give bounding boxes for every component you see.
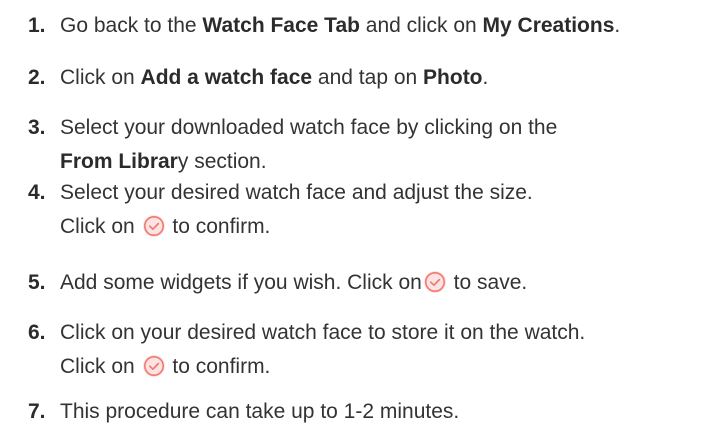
step-line: Select your downloaded watch face by cli… <box>60 116 558 139</box>
step-text: Select your downloaded watch face by cli… <box>60 113 557 176</box>
my-creations-label: My Creations <box>482 14 615 37</box>
check-circle-icon <box>423 271 446 293</box>
step-line: Click on to confirm. <box>60 212 533 241</box>
text-segment: to save. <box>447 271 528 294</box>
text-segment: Click on <box>60 66 141 89</box>
step-number: 7. <box>28 400 46 423</box>
step-number: 3. <box>28 116 46 139</box>
step-line: Click on your desired watch face to stor… <box>60 321 586 344</box>
step-line: From Library section. <box>60 147 557 176</box>
step-text: Go back to the Watch Face Tab and click … <box>60 11 620 40</box>
step-line: Go back to the Watch Face Tab and click … <box>60 11 620 40</box>
text-segment: y section. <box>177 150 267 173</box>
step-line: Add some widgets if you wish. Click on t… <box>60 268 527 297</box>
step-line: This procedure can take up to 1-2 minute… <box>60 400 460 423</box>
step-line: Click on to confirm. <box>60 352 585 381</box>
photo-label: Photo <box>423 66 483 89</box>
text-segment: Click on <box>60 355 141 378</box>
text-segment: and click on <box>359 14 483 37</box>
step-number: 4. <box>28 181 46 204</box>
text-segment: to confirm. <box>166 355 271 378</box>
step-text: Select your desired watch face and adjus… <box>60 178 533 241</box>
check-circle-icon <box>142 355 165 377</box>
text-segment: . <box>482 66 489 89</box>
text-segment: . <box>614 14 621 37</box>
step-number: 1. <box>28 14 46 37</box>
text-segment: and tap on <box>312 66 424 89</box>
text-segment: Add some widgets if you wish. Click on <box>60 271 422 294</box>
instruction-steps: 1. Go back to the Watch Face Tab and cli… <box>0 0 714 428</box>
watch-face-tab-label: Watch Face Tab <box>202 14 360 37</box>
text-segment: Go back to the <box>60 14 203 37</box>
step-number: 2. <box>28 66 46 89</box>
step-line: Click on Add a watch face and tap on Pho… <box>60 63 488 92</box>
step-text: Click on Add a watch face and tap on Pho… <box>60 63 488 92</box>
add-watch-face-label: Add a watch face <box>140 66 313 89</box>
step-line: Select your desired watch face and adjus… <box>60 181 533 204</box>
text-segment: to confirm. <box>166 215 271 238</box>
step-text: Click on your desired watch face to stor… <box>60 318 585 381</box>
check-circle-icon <box>142 215 165 237</box>
step-text: Add some widgets if you wish. Click on t… <box>60 268 527 297</box>
step-number: 5. <box>28 271 46 294</box>
step-number: 6. <box>28 321 46 344</box>
from-library-label: From Librar <box>60 150 178 173</box>
step-text: This procedure can take up to 1-2 minute… <box>60 397 459 426</box>
text-segment: Click on <box>60 215 141 238</box>
